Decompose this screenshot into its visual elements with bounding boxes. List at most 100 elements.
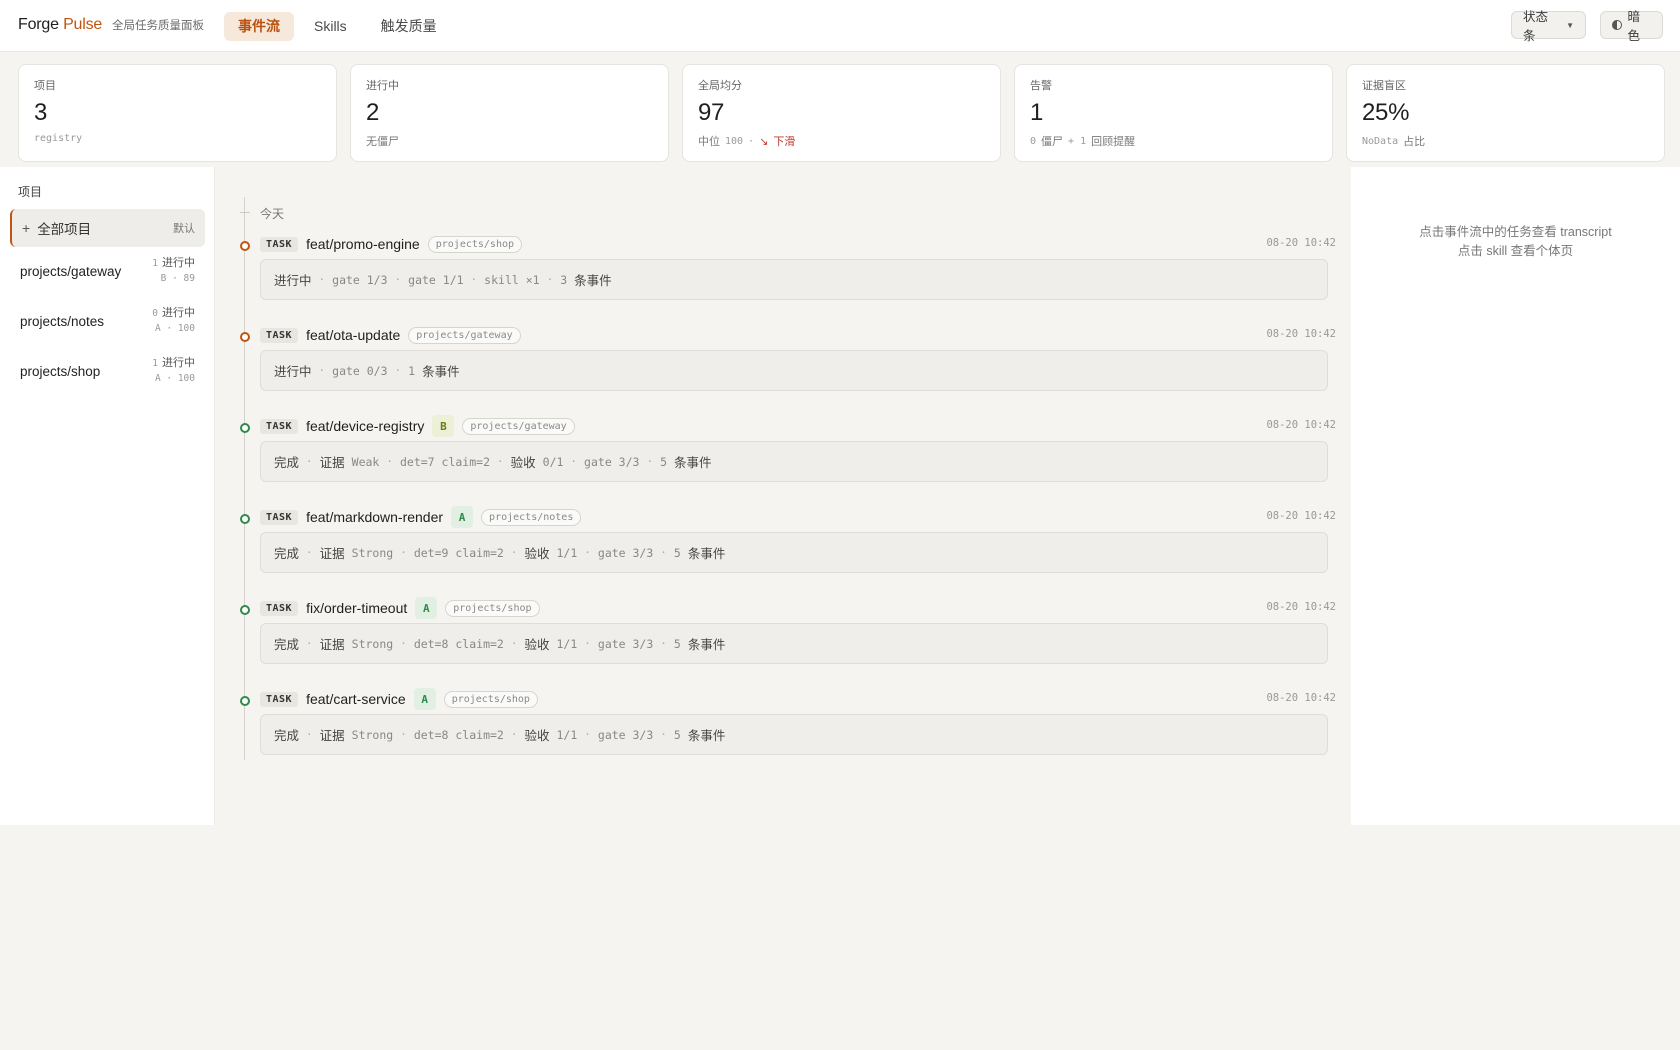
task-name[interactable]: feat/cart-service [306,691,406,707]
project-pill[interactable]: projects/gateway [462,417,575,435]
summary-text: 证据 [319,638,345,652]
summary-text: 条事件 [687,729,726,743]
separator: · [400,637,407,650]
grade-badge: A [413,688,436,710]
summary-value: 0/1 [542,454,564,469]
summary-text: 条事件 [687,547,726,561]
project-pill[interactable]: projects/gateway [408,326,521,344]
task-header: TASK fix/order-timeout Aprojects/shop [260,597,540,619]
separator: · [584,637,591,650]
task-summary[interactable]: 完成 · 证据 Strong · det=8 claim=2 · 验收 1/1 · gate 3/3… [260,623,1328,664]
zombie-label: 僵尸 [1041,136,1064,148]
summary-value: det=8 claim=2 [413,636,504,651]
sidebar-item-gateway[interactable]: projects/gateway 1 进行中 B · 89 [10,249,205,293]
sidebar-item-notes[interactable]: projects/notes 0 进行中 A · 100 [10,299,205,343]
summary-text: 条事件 [574,274,612,288]
task-header: TASK feat/ota-update projects/gateway [260,324,521,346]
tab-events[interactable]: 事件流 [224,12,294,41]
median-value: 100 [725,135,744,147]
stat-label: 全局均分 [698,80,742,92]
stat-value: 2 [366,99,380,126]
separator: · [318,364,326,377]
summary-value: 3 [560,272,568,287]
separator: · [400,728,407,741]
task-type-badge: TASK [260,509,299,525]
caret-down-icon: ▼ [1566,20,1574,30]
stat-value: 25% [1362,99,1410,126]
summary-value: det=7 claim=2 [399,454,490,469]
project-meta: 1 进行中 A · 100 [152,356,195,386]
task-summary[interactable]: 进行中 · gate 0/3 · 1 条事件 [260,350,1328,391]
status-done-dot [240,423,250,433]
project-pill[interactable]: projects/shop [427,235,523,253]
top-header: Forge Pulse 全局任务质量面板 事件流 Skills 触发质量 状态条… [0,0,1680,52]
stat-card-avg-score: 全局均分 97 中位 100 · ↘ 下滑 [682,64,1001,162]
project-pill[interactable]: projects/shop [443,690,538,708]
task-header: TASK feat/device-registry Bprojects/gatewa… [260,415,575,437]
grade-score: B · 89 [160,273,195,284]
separator: · [400,546,407,559]
summary-text: 完成 [274,547,300,561]
dark-mode-button[interactable]: 暗色 [1600,10,1663,43]
task-type-badge: TASK [260,600,299,616]
project-pill[interactable]: projects/notes [481,508,582,526]
task-type-badge: TASK [260,691,299,707]
plus-icon: + [22,220,31,236]
stat-card-evidence-blind: 证据盲区 25% NoData 占比 [1346,64,1665,162]
separator: · [510,546,518,559]
status-bar-dropdown[interactable]: 状态条 ▼ [1511,10,1586,43]
task-timestamp: 08-20 10:42 [1266,510,1336,522]
task-summary[interactable]: 完成 · 证据 Weak · det=7 claim=2 · 验收 0/1 · gate 3/3 · 5… [260,441,1328,482]
task-name[interactable]: feat/markdown-render [306,509,443,525]
summary-text: 完成 [274,456,300,470]
stat-sub-mono: registry [34,133,83,144]
task-name[interactable]: feat/device-registry [306,418,424,434]
review-label: 回顾提醒 [1091,136,1136,148]
summary-text: 进行中 [274,274,312,288]
timeline-rail [244,197,245,760]
separator: · [510,728,518,741]
grade-badge: B [432,415,455,437]
summary-text: 验收 [524,547,550,561]
task-name[interactable]: fix/order-timeout [306,600,407,616]
sidebar-item-shop[interactable]: projects/shop 1 进行中 A · 100 [10,349,205,393]
task-summary[interactable]: 完成 · 证据 Strong · det=9 claim=2 · 验收 1/1 · gate 3/3… [260,532,1328,573]
status-done-dot [240,514,250,524]
stat-value: 97 [698,99,725,126]
stat-sub: 0 僵尸 + 1 回顾提醒 [1030,133,1317,149]
task-summary[interactable]: 进行中 · gate 1/3 · gate 1/1 · skill ×1 · 3 条事件 [260,259,1328,300]
day-tick [240,212,250,213]
trend-label: 下滑 [773,136,796,148]
grade-score: A · 100 [154,323,195,334]
brand-logo[interactable]: Forge Pulse [18,16,102,34]
project-pill[interactable]: projects/shop [445,599,540,617]
detail-panel: 点击事件流中的任务查看 transcript 点击 skill 查看个体页 [1351,167,1680,825]
task-header: TASK feat/markdown-render Aprojects/notes [260,506,582,528]
separator: · [386,455,393,468]
separator: · [306,637,313,650]
sidebar-item-all-projects[interactable]: + 全部项目 默认 [10,209,205,247]
summary-value: gate 3/3 [597,545,654,560]
separator: · [660,728,667,741]
summary-value: gate 3/3 [597,727,654,742]
summary-value: 5 [660,454,667,469]
separator: · [748,135,755,147]
stats-row: 项目 3 registry 进行中 2 无僵尸 全局均分 97 中位 100 ·… [18,64,1665,162]
task-timestamp: 08-20 10:42 [1266,419,1336,431]
tab-trigger-quality[interactable]: 触发质量 [367,12,451,41]
tab-skills[interactable]: Skills [300,12,361,41]
separator: · [394,273,402,286]
summary-value: 5 [673,545,681,560]
task-type-badge: TASK [260,327,299,343]
task-name[interactable]: feat/promo-engine [306,236,420,252]
stat-sub: registry [34,133,321,144]
task-name[interactable]: feat/ota-update [306,327,400,343]
summary-text: 证据 [319,456,345,470]
summary-value: det=8 claim=2 [413,727,504,742]
brand-main: Forge [18,16,59,33]
summary-text: 完成 [274,729,300,743]
task-summary[interactable]: 完成 · 证据 Strong · det=8 claim=2 · 验收 1/1 · gate 3/3… [260,714,1328,755]
grade-badge: A [415,597,438,619]
review-count: + 1 [1068,135,1087,147]
zombie-count: 0 [1030,135,1037,147]
